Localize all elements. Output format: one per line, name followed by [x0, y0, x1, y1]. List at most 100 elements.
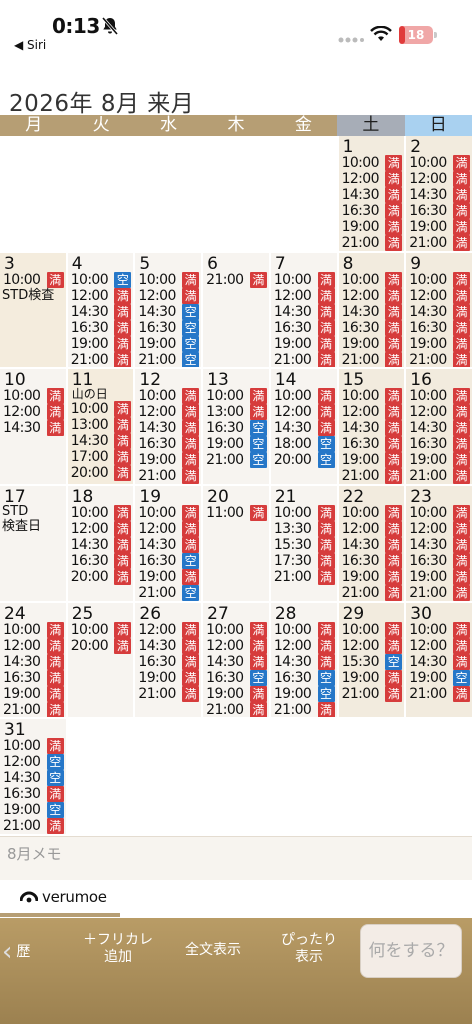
- time-slot[interactable]: 12:00 満: [409, 637, 470, 654]
- day-cell-24[interactable]: 24 10:00 満 12:00 満 14:30 満 16:30 満 19:00 満 21:00 満: [0, 602, 66, 718]
- time-slot[interactable]: 16:30 満: [409, 436, 470, 453]
- time-slot[interactable]: 14:30 満: [274, 653, 335, 670]
- time-slot[interactable]: 21:00 満: [409, 468, 470, 484]
- time-slot[interactable]: 21:00 満: [3, 701, 64, 718]
- day-cell-13[interactable]: 13 10:00 満 13:00 満 16:30 空 19:00 空 21:00 空: [203, 369, 269, 484]
- day-cell-22[interactable]: 22 10:00 満 12:00 満 14:30 満 16:30 満 19:00 満 21:00 満: [338, 485, 405, 601]
- time-slot[interactable]: 10:00 満: [274, 271, 335, 288]
- time-slot[interactable]: 14:30 満: [3, 420, 64, 437]
- time-slot[interactable]: 14:30 満: [342, 420, 403, 437]
- time-slot[interactable]: 16:30 満: [342, 203, 403, 219]
- time-slot[interactable]: 14:30 満: [71, 303, 132, 320]
- time-slot[interactable]: 10:00 満: [3, 738, 64, 755]
- time-slot[interactable]: 19:00 満: [409, 568, 470, 585]
- time-slot[interactable]: 19:00 満: [274, 335, 335, 352]
- time-slot[interactable]: 14:30 満: [342, 303, 403, 320]
- time-slot[interactable]: 17:30 満: [274, 552, 335, 569]
- time-slot[interactable]: 12:00 満: [274, 287, 335, 304]
- time-slot[interactable]: 21:00 満: [138, 468, 200, 484]
- time-slot[interactable]: 16:30 満: [3, 786, 64, 803]
- time-slot[interactable]: 21:00 満: [342, 351, 403, 368]
- day-cell-9[interactable]: 9 10:00 満 12:00 満 14:30 満 16:30 満 19:00 満 21:00 満: [406, 252, 472, 368]
- time-slot[interactable]: 10:00 満: [3, 388, 64, 405]
- day-cell-31[interactable]: 31 10:00 満 12:00 空 14:30 空 16:30 満 19:00 空 21:00 満: [0, 719, 66, 834]
- time-slot[interactable]: 21:00 満: [409, 584, 470, 601]
- time-slot[interactable]: 10:00 満: [342, 504, 403, 521]
- time-slot[interactable]: 12:00 満: [342, 171, 403, 187]
- time-slot[interactable]: 12:00 満: [409, 171, 470, 187]
- time-slot[interactable]: 20:00 満: [71, 568, 132, 585]
- time-slot[interactable]: 16:30 満: [71, 319, 132, 336]
- time-slot[interactable]: 19:00 満: [342, 219, 403, 235]
- day-cell-20[interactable]: 20 11:00 満: [203, 485, 269, 601]
- time-slot[interactable]: 14:30 満: [71, 536, 132, 553]
- time-slot[interactable]: 21:00 満: [409, 235, 470, 251]
- time-slot[interactable]: 21:00 満: [206, 271, 267, 288]
- time-slot[interactable]: 19:00 空: [3, 802, 64, 819]
- time-slot[interactable]: 16:30 満: [409, 552, 470, 569]
- time-slot[interactable]: 16:30 空: [206, 420, 267, 437]
- month-memo-field[interactable]: 8月メモ: [0, 836, 472, 880]
- time-slot[interactable]: 11:00 満: [206, 504, 267, 521]
- time-slot[interactable]: 19:00 空: [409, 669, 470, 686]
- time-slot[interactable]: 21:00 空: [138, 584, 200, 601]
- time-slot[interactable]: 19:00 満: [138, 452, 200, 469]
- time-slot[interactable]: 14:30 満: [409, 653, 470, 670]
- time-slot[interactable]: 21:00 満: [342, 685, 403, 702]
- time-slot[interactable]: 12:00 空: [3, 754, 64, 771]
- time-slot[interactable]: 12:00 満: [409, 287, 470, 304]
- time-slot[interactable]: 20:00 満: [71, 637, 132, 654]
- time-slot[interactable]: 16:30 満: [3, 669, 64, 686]
- time-slot[interactable]: 21:00 満: [342, 235, 403, 251]
- time-slot[interactable]: 12:00 満: [3, 637, 64, 654]
- time-slot[interactable]: 21:00 満: [342, 468, 403, 484]
- time-slot[interactable]: 14:30 満: [409, 420, 470, 437]
- day-cell-28[interactable]: 28 10:00 満 12:00 満 14:30 満 16:30 空 19:00 空 21:00 満: [270, 602, 337, 718]
- time-slot[interactable]: 10:00 満: [138, 388, 200, 405]
- time-slot[interactable]: 13:30 満: [274, 520, 335, 537]
- time-slot[interactable]: 10:00 満: [274, 504, 335, 521]
- time-slot[interactable]: 13:00 満: [206, 404, 267, 421]
- time-slot[interactable]: 14:30 満: [206, 653, 267, 670]
- time-slot[interactable]: 10:00 満: [409, 504, 470, 521]
- time-slot[interactable]: 12:00 満: [342, 287, 403, 304]
- time-slot[interactable]: 10:00 満: [71, 401, 132, 418]
- time-slot[interactable]: 14:30 満: [138, 420, 200, 437]
- day-cell-17[interactable]: 17 STD 検査日: [0, 485, 66, 601]
- time-slot[interactable]: 15:30 空: [342, 653, 403, 670]
- time-slot[interactable]: 10:00 満: [342, 271, 403, 288]
- time-slot[interactable]: 19:00 満: [71, 335, 132, 352]
- time-slot[interactable]: 16:30 満: [342, 436, 403, 453]
- day-cell-23[interactable]: 23 10:00 満 12:00 満 14:30 満 16:30 満 19:00 満 21:00 満: [406, 485, 472, 601]
- day-cell-5[interactable]: 5 10:00 満 12:00 満 14:30 空 16:30 空 19:00 空 21:00 空: [135, 252, 202, 368]
- time-slot[interactable]: 14:30 満: [138, 637, 200, 654]
- time-slot[interactable]: 19:00 空: [274, 685, 335, 702]
- time-slot[interactable]: 19:00 満: [409, 452, 470, 469]
- time-slot[interactable]: 20:00 空: [274, 452, 335, 469]
- day-cell-27[interactable]: 27 10:00 満 12:00 満 14:30 満 16:30 空 19:00 満 21:00 満: [203, 602, 269, 718]
- time-slot[interactable]: 16:30 空: [274, 669, 335, 686]
- time-slot[interactable]: 10:00 満: [206, 621, 267, 638]
- time-slot[interactable]: 21:00 満: [274, 568, 335, 585]
- time-slot[interactable]: 14:30 空: [138, 303, 200, 320]
- action-button[interactable]: 何をする？: [360, 924, 462, 978]
- time-slot[interactable]: 12:00 満: [138, 621, 200, 638]
- time-slot[interactable]: 15:30 満: [274, 536, 335, 553]
- day-cell-11[interactable]: 11 山の日 10:00 満 13:00 満 14:30 満 17:00 満 20:00 満: [67, 369, 134, 484]
- time-slot[interactable]: 21:00 満: [274, 351, 335, 368]
- time-slot[interactable]: 19:00 満: [342, 669, 403, 686]
- time-slot[interactable]: 10:00 空: [71, 271, 132, 288]
- time-slot[interactable]: 16:30 満: [409, 203, 470, 219]
- time-slot[interactable]: 10:00 満: [3, 271, 64, 288]
- time-slot[interactable]: 10:00 満: [409, 621, 470, 638]
- day-cell-29[interactable]: 29 10:00 満 12:00 満 15:30 空 19:00 満 21:00 満: [338, 602, 405, 718]
- time-slot[interactable]: 14:30 満: [409, 536, 470, 553]
- time-slot[interactable]: 16:30 満: [71, 552, 132, 569]
- time-slot[interactable]: 10:00 満: [409, 271, 470, 288]
- day-cell-25[interactable]: 25 10:00 満 20:00 満: [67, 602, 134, 718]
- time-slot[interactable]: 21:00 満: [409, 351, 470, 368]
- time-slot[interactable]: 19:00 満: [138, 568, 200, 585]
- time-slot[interactable]: 12:00 満: [342, 637, 403, 654]
- time-slot[interactable]: 16:30 満: [409, 319, 470, 336]
- time-slot[interactable]: 12:00 満: [3, 404, 64, 421]
